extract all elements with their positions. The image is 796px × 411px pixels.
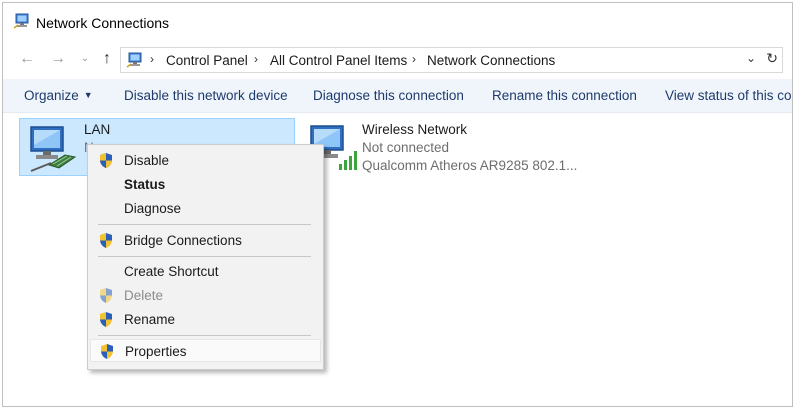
breadcrumb-network-connections[interactable]: Network Connections — [427, 53, 555, 68]
menu-separator — [98, 335, 311, 336]
chevron-down-icon[interactable]: ⌄ — [75, 49, 95, 69]
diagnose-connection-button[interactable]: Diagnose this connection — [313, 88, 464, 103]
disable-device-button[interactable]: Disable this network device — [124, 88, 288, 103]
breadcrumb-separator-icon[interactable]: › — [150, 52, 154, 66]
menu-item-disable[interactable]: Disable — [90, 149, 321, 172]
menu-item-label: Disable — [124, 153, 170, 168]
breadcrumb-all-items[interactable]: All Control Panel Items — [270, 53, 407, 68]
uac-shield-icon — [100, 288, 112, 303]
connection-name: LAN — [84, 122, 111, 137]
uac-shield-icon — [100, 233, 112, 248]
menu-item-bridge-connections[interactable]: Bridge Connections — [90, 229, 321, 252]
menu-item-label: Rename — [124, 312, 176, 327]
menu-item-label: Create Shortcut — [124, 264, 219, 279]
menu-item-label: Bridge Connections — [124, 233, 242, 248]
ethernet-adapter-icon — [30, 126, 77, 172]
menu-item-create-shortcut[interactable]: Create Shortcut — [90, 260, 321, 283]
address-bar[interactable]: › Control Panel › All Control Panel Item… — [120, 47, 783, 73]
rename-connection-button[interactable]: Rename this connection — [492, 88, 637, 103]
menu-item-delete[interactable]: Delete — [90, 284, 321, 307]
connection-adapter: Qualcomm Atheros AR9285 802.1... — [362, 158, 578, 173]
breadcrumb-separator-icon[interactable]: › — [254, 52, 258, 66]
connection-name: Wireless Network — [362, 122, 468, 137]
menu-item-label: Delete — [124, 288, 164, 303]
command-bar: Organize ▼ Disable this network device Di… — [3, 79, 792, 113]
connection-status: Not connected — [362, 140, 450, 155]
menu-item-status[interactable]: Status — [90, 173, 321, 196]
uac-shield-icon — [100, 153, 112, 168]
caret-down-icon: ▼ — [83, 90, 93, 100]
organize-label: Organize — [24, 88, 79, 103]
title-bar: Network Connections — [3, 3, 792, 41]
control-panel-icon — [126, 52, 142, 68]
window-title: Network Connections — [36, 15, 170, 31]
menu-item-label: Diagnose — [124, 201, 182, 216]
menu-separator — [98, 256, 311, 257]
menu-item-rename[interactable]: Rename — [90, 308, 321, 331]
forward-arrow-icon[interactable]: → — [48, 49, 68, 69]
menu-item-label: Status — [124, 177, 166, 192]
network-connections-app-icon — [13, 13, 29, 29]
menu-item-diagnose[interactable]: Diagnose — [90, 197, 321, 220]
uac-shield-icon — [100, 312, 112, 327]
menu-item-properties[interactable]: Properties — [90, 339, 321, 362]
breadcrumb-control-panel[interactable]: Control Panel — [166, 53, 248, 68]
navigation-bar: ← → ⌄ ↑ › Control Panel › All Control Pa… — [3, 43, 792, 75]
view-status-button[interactable]: View status of this connection — [665, 88, 792, 103]
refresh-icon[interactable]: ↻ — [766, 50, 778, 67]
address-dropdown-icon[interactable]: ⌄ — [746, 51, 756, 65]
breadcrumb-separator-icon[interactable]: › — [412, 52, 416, 66]
uac-shield-icon — [101, 344, 113, 359]
up-arrow-icon[interactable]: ↑ — [97, 49, 117, 69]
menu-separator — [98, 224, 311, 225]
network-connections-window: Network Connections ← → ⌄ ↑ › Control Pa… — [2, 2, 793, 407]
menu-item-label: Properties — [125, 344, 187, 359]
context-menu: Disable Status Diagnose Bridge Connectio… — [87, 144, 324, 370]
back-arrow-icon[interactable]: ← — [17, 49, 37, 69]
organize-menu-button[interactable]: Organize ▼ — [24, 88, 93, 103]
connection-item-wireless[interactable]: Wireless Network Not connected Qualcomm … — [301, 118, 601, 176]
